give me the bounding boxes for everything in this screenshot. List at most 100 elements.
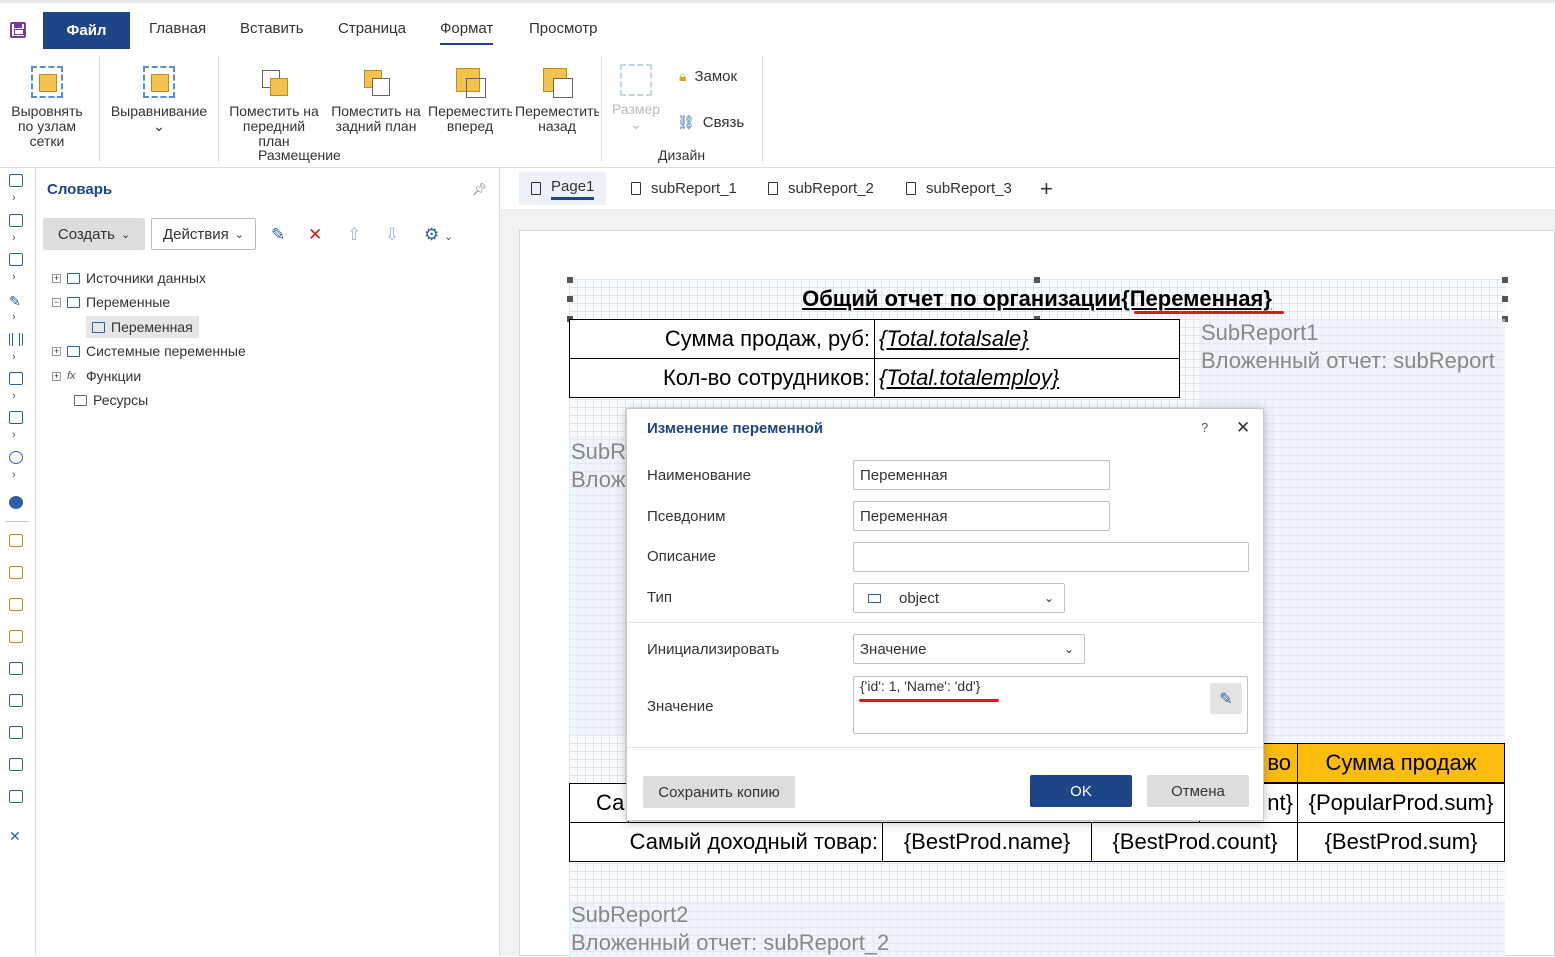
arrow-up-icon[interactable]: ⇧ [347,225,361,245]
chevron-right-icon[interactable]: › [12,192,16,204]
tab-format[interactable]: Формат [440,20,494,45]
tree-label: Функции [86,368,142,384]
help-icon[interactable]: ? [1201,420,1208,435]
move-forward-button[interactable]: Переместить вперед [428,66,512,146]
tab-file[interactable]: Файл [43,12,130,49]
tree-item-functions[interactable]: + fx Функции [52,366,141,386]
page-tab-subreport-2[interactable]: subReport_2 [756,172,886,205]
expand-icon[interactable]: + [52,273,61,283]
group-header-band-icon[interactable] [9,630,23,643]
edit-value-button[interactable]: ✎ [1210,683,1242,714]
page-tab-subreport-3[interactable]: subReport_3 [894,172,1024,205]
alignment-label: Выравнивание [110,103,208,119]
chevron-right-icon[interactable]: › [12,311,16,323]
description-field[interactable] [853,542,1249,572]
alignment-button[interactable]: Выравнивание ⌄ [106,66,212,146]
move-backward-button[interactable]: Переместить назад [515,66,599,146]
initialize-select[interactable]: Значение ⌄ [853,634,1085,664]
collapse-icon[interactable]: − [52,297,61,307]
best-row-count[interactable]: {BestProd.count} [1091,822,1299,862]
ok-button[interactable]: OK [1030,775,1132,807]
tree-item-variables[interactable]: − Переменные [52,292,170,312]
annotation-underline [1134,311,1284,314]
barcode-icon[interactable] [9,333,23,346]
header-band-icon[interactable] [9,598,23,611]
total-sale-value[interactable]: {Total.totalsale} [874,319,1180,359]
gear-icon[interactable]: ⚙ ⌄ [424,225,453,245]
alias-field[interactable]: Переменная [853,501,1110,531]
chart-icon[interactable] [9,411,23,424]
page-footer-band-icon[interactable] [9,726,23,739]
variable-icon [92,321,105,333]
expand-icon[interactable]: + [52,371,61,381]
expand-icon[interactable]: + [52,346,61,356]
create-label: Создать [57,225,115,243]
chevron-right-icon[interactable]: › [12,390,16,402]
pen-icon[interactable]: ✎ [9,293,23,309]
best-row-label[interactable]: Самый доходный товар: [569,822,883,862]
chevron-right-icon[interactable]: › [12,429,16,441]
total-employ-label[interactable]: Кол-во сотрудников: [569,358,875,398]
tab-view[interactable]: Просмотр [529,20,598,37]
cancel-button[interactable]: Отмена [1147,775,1249,807]
ribbon-tab-bar: Файл Главная Вставить Страница Формат Пр… [0,0,1555,50]
send-to-back-label: Поместить на задний план [331,103,421,134]
arrow-down-icon[interactable]: ⇩ [385,225,399,245]
delete-icon[interactable]: ✕ [308,225,322,245]
bands-icon[interactable] [9,214,23,227]
page-tab-page1[interactable]: Page1 [519,172,607,205]
best-row-name[interactable]: {BestProd.name} [882,822,1092,862]
align-to-grid-button[interactable]: Выровнять по узлам сетки [4,66,90,146]
close-icon[interactable]: ✕ [1236,418,1250,438]
send-to-back-button[interactable]: Поместить на задний план [330,66,422,146]
footer-band-icon[interactable] [9,694,23,707]
chevron-right-icon[interactable]: › [12,271,16,283]
create-button[interactable]: Создать ⌄ [43,218,145,250]
resources-icon [74,394,87,406]
total-sale-label[interactable]: Сумма продаж, руб: [569,319,875,359]
chevron-right-icon[interactable]: › [12,469,16,481]
add-page-icon[interactable]: + [1040,176,1053,202]
table-header-sum[interactable]: Сумма продаж [1297,743,1505,783]
tools-icon[interactable]: ✕ [9,828,23,844]
save-icon[interactable] [10,22,26,38]
cross-bands-icon[interactable] [9,253,23,266]
value-field[interactable]: {'id': 1, 'Name': 'dd'} ✎ [853,676,1248,734]
globe-icon[interactable] [9,496,23,509]
components-icon[interactable] [9,174,23,187]
tab-home[interactable]: Главная [149,20,206,37]
chevron-right-icon[interactable]: › [12,232,16,244]
type-select[interactable]: object ⌄ [853,583,1065,613]
annotation-underline [859,699,999,702]
tab-insert[interactable]: Вставить [240,20,304,37]
text-icon[interactable] [9,758,23,771]
image-icon[interactable] [9,790,23,803]
popular-row-sum[interactable]: {PopularProd.sum} [1297,783,1505,823]
tab-page[interactable]: Страница [338,20,406,37]
page-tab-bar: Page1 subReport_1 subReport_2 subReport_… [500,168,1555,210]
tree-item-variable[interactable]: Переменная [86,316,199,338]
actions-button[interactable]: Действия ⌄ [151,218,256,250]
tree-item-system-variables[interactable]: + Системные переменные [52,341,246,361]
link-button[interactable]: ⛓︎ Связь [677,114,744,131]
data-band-icon[interactable] [9,662,23,675]
tree-item-resources[interactable]: Ресурсы [74,390,148,410]
shapes-icon[interactable] [9,372,23,385]
report-title-band-icon[interactable] [9,534,23,547]
gauge-icon[interactable] [9,451,23,464]
tree-item-data-sources[interactable]: + Источники данных [52,268,206,288]
edit-icon[interactable]: ✎ [271,225,285,245]
size-button[interactable]: Размер ⌄ [606,64,666,144]
page-header-band-icon[interactable] [9,566,23,579]
chevron-right-icon[interactable]: › [12,351,16,363]
popular-row-label[interactable]: Са [569,783,629,823]
report-title[interactable]: Общий отчет по организации{Переменная} [569,286,1505,312]
best-row-sum[interactable]: {BestProd.sum} [1297,822,1505,862]
name-field[interactable]: Переменная [853,460,1110,490]
lock-button[interactable]: 🔒︎ Замок [679,68,737,85]
save-copy-button[interactable]: Сохранить копию [643,776,795,808]
bring-to-front-button[interactable]: Поместить на передний план [228,66,320,146]
total-employ-value[interactable]: {Total.totalemploy} [874,358,1180,398]
pin-icon[interactable]: 📌︎ [472,182,487,196]
page-tab-subreport-1[interactable]: subReport_1 [619,172,749,205]
